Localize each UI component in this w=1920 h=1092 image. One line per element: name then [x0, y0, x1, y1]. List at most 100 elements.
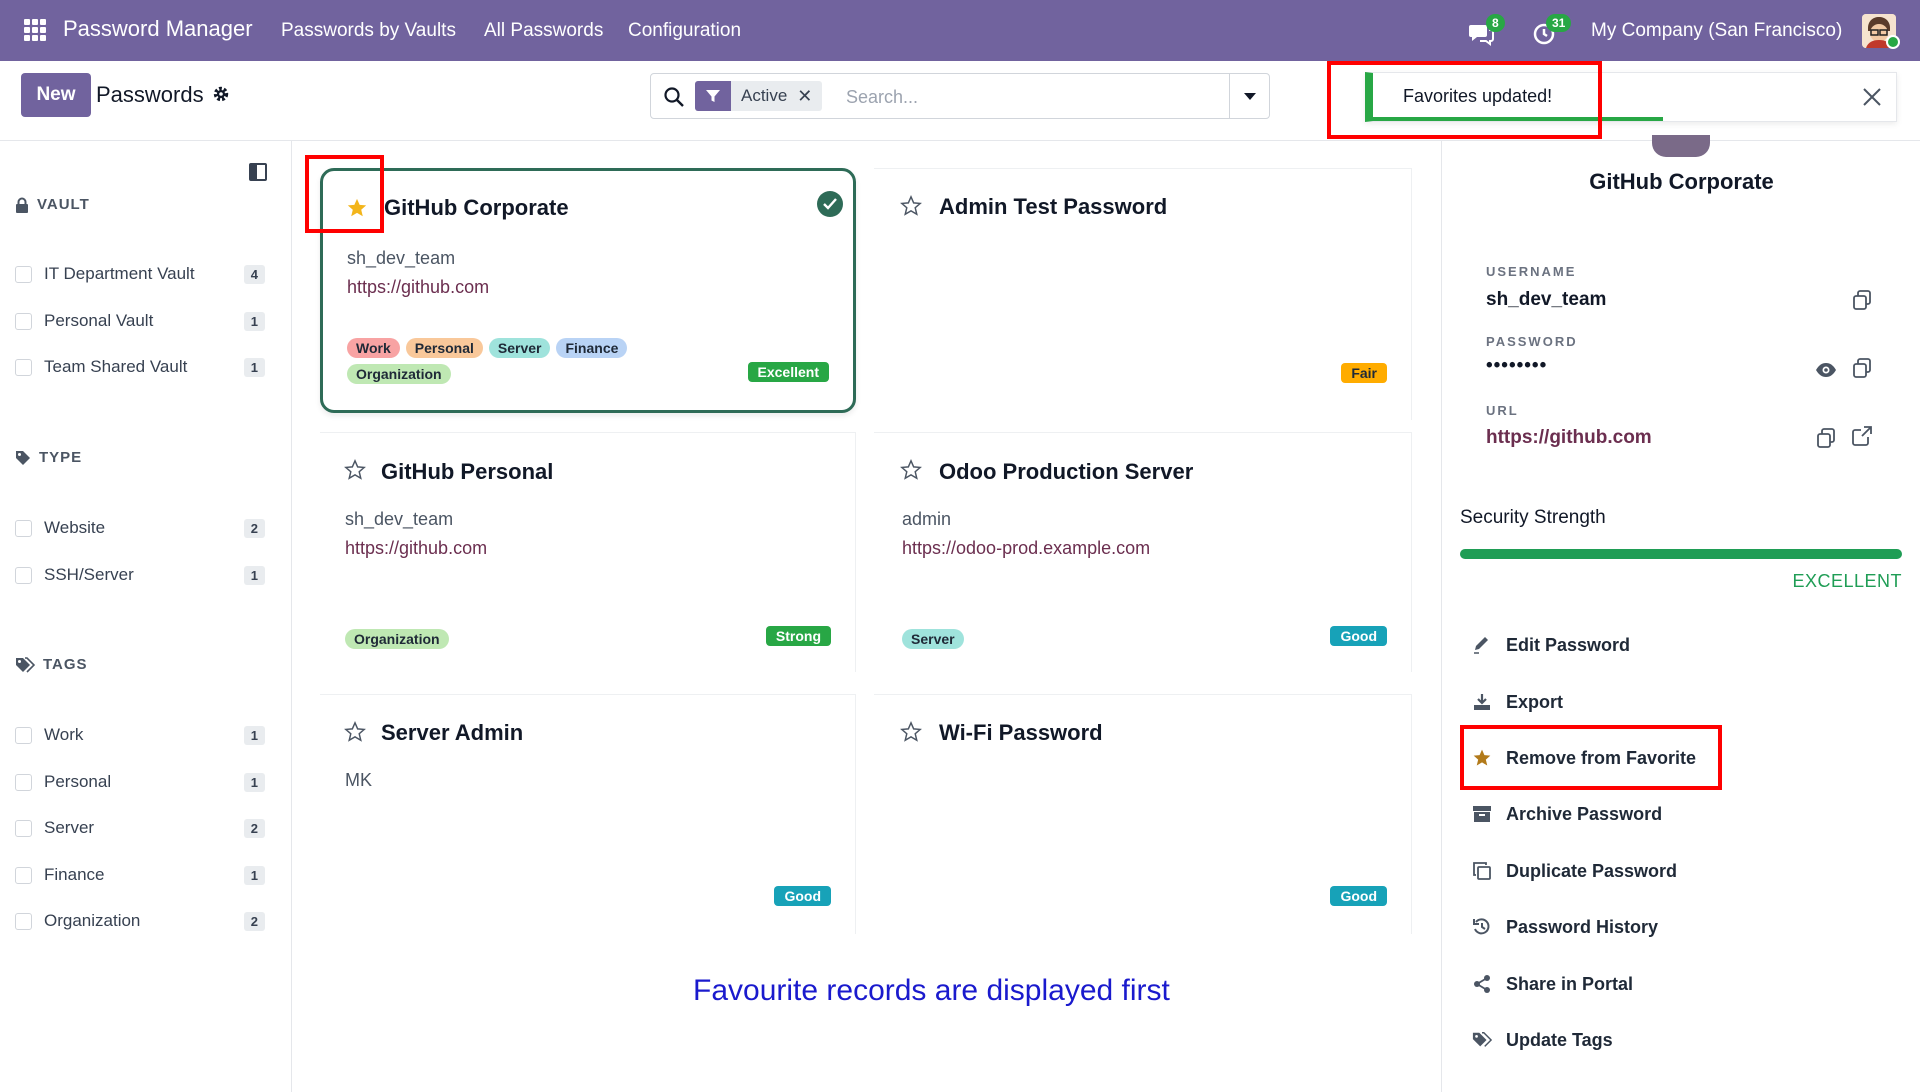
external-link-icon[interactable] — [1851, 425, 1873, 447]
kanban-card-odoo-production-server[interactable]: Odoo Production Server admin https://odo… — [874, 432, 1412, 672]
count-badge: 1 — [243, 565, 265, 585]
strength-badge: Good — [1330, 626, 1387, 646]
share-icon — [1474, 975, 1490, 993]
sidebar-item-website[interactable]: Website 2 — [15, 516, 265, 540]
star-outline-icon[interactable] — [344, 721, 366, 743]
nav-all-passwords[interactable]: All Passwords — [484, 20, 603, 42]
checkbox[interactable] — [15, 726, 32, 744]
count-badge: 1 — [243, 357, 265, 377]
kanban-card-github-personal[interactable]: GitHub Personal sh_dev_team https://gith… — [320, 432, 856, 672]
highlight-toast — [1327, 61, 1602, 139]
history-icon — [1473, 918, 1490, 935]
action-label: Export — [1506, 691, 1564, 712]
sidebar-item-organization[interactable]: Organization 2 — [15, 909, 265, 933]
count-badge: 1 — [243, 311, 265, 331]
count-badge: 2 — [243, 911, 265, 931]
checkbox[interactable] — [15, 312, 32, 330]
checkbox[interactable] — [15, 519, 32, 537]
password-history-action[interactable]: Password History — [1472, 912, 1658, 942]
strength-badge: Good — [1330, 886, 1387, 906]
facet-remove-icon[interactable]: ✕ — [797, 86, 822, 107]
card-title: GitHub Corporate — [384, 195, 569, 220]
search-facet-active[interactable]: Active ✕ — [695, 81, 823, 111]
sidebar-item-it-department-vault[interactable]: IT Department Vault 4 — [15, 262, 265, 286]
star-outline-icon[interactable] — [344, 459, 366, 481]
card-title: Wi-Fi Password — [939, 720, 1103, 745]
url-label: URL — [1486, 403, 1519, 418]
sidebar-item-finance[interactable]: Finance 1 — [15, 863, 265, 887]
sidebar-collapse-icon[interactable] — [249, 163, 267, 181]
edit-password-action[interactable]: Edit Password — [1472, 630, 1630, 660]
tag-server: Server — [488, 338, 551, 358]
search-options-toggle[interactable] — [1229, 74, 1269, 118]
app-name[interactable]: Password Manager — [63, 16, 253, 42]
sidebar-item-team-shared-vault[interactable]: Team Shared Vault 1 — [15, 355, 265, 379]
checkbox[interactable] — [15, 912, 32, 930]
update-tags-action[interactable]: Update Tags — [1472, 1025, 1613, 1055]
sidebar-item-work[interactable]: Work 1 — [15, 723, 265, 747]
count-badge: 2 — [243, 518, 265, 538]
type-heading-text: TYPE — [39, 449, 83, 466]
star-outline-icon[interactable] — [900, 721, 922, 743]
card-url[interactable]: https://github.com — [347, 277, 489, 298]
gear-icon[interactable] — [212, 85, 230, 103]
tag-organization: Organization — [345, 629, 449, 649]
close-icon[interactable] — [1860, 85, 1884, 109]
chat-button[interactable]: 8 — [1466, 14, 1505, 48]
page-title: Passwords — [96, 82, 204, 107]
app-menu-icon[interactable] — [24, 19, 46, 41]
copy-icon[interactable] — [1851, 357, 1873, 379]
username-label: USERNAME — [1486, 264, 1577, 279]
action-label: Archive Password — [1506, 803, 1663, 824]
checkbox[interactable] — [15, 866, 32, 884]
sidebar-item-ssh-server[interactable]: SSH/Server 1 — [15, 563, 265, 587]
star-outline-icon[interactable] — [900, 195, 922, 217]
password-label: PASSWORD — [1486, 334, 1578, 349]
strength-badge: Good — [774, 886, 831, 906]
sidebar-item-personal[interactable]: Personal 1 — [15, 770, 265, 794]
eye-icon[interactable] — [1815, 359, 1837, 381]
kanban-card-wifi-password[interactable]: Wi-Fi Password Good — [874, 694, 1412, 934]
sidebar-item-label: Website — [44, 518, 106, 537]
tags-icon — [1472, 1032, 1492, 1047]
archive-password-action[interactable]: Archive Password — [1472, 799, 1662, 829]
kanban-card-github-corporate[interactable]: GitHub Corporate sh_dev_team https://git… — [320, 168, 856, 413]
action-label: Password History — [1506, 916, 1659, 937]
security-strength-level: EXCELLENT — [1792, 571, 1902, 591]
copy-icon[interactable] — [1815, 427, 1837, 449]
new-button[interactable]: New — [21, 73, 91, 117]
copy-icon[interactable] — [1851, 289, 1873, 311]
password-detail-panel: GitHub Corporate USERNAME sh_dev_team PA… — [1441, 135, 1920, 1092]
strength-badge: Strong — [765, 626, 831, 646]
checkbox[interactable] — [15, 358, 32, 376]
checkbox[interactable] — [15, 819, 32, 837]
share-in-portal-action[interactable]: Share in Portal — [1472, 969, 1633, 999]
card-url[interactable]: https://github.com — [345, 538, 487, 559]
lock-icon — [16, 197, 28, 213]
kanban-card-admin-test-password[interactable]: Admin Test Password Fair — [874, 168, 1412, 420]
checkbox[interactable] — [15, 265, 32, 283]
sidebar-item-personal-vault[interactable]: Personal Vault 1 — [15, 309, 265, 333]
sidebar-item-label: Work — [44, 725, 84, 744]
sidebar-item-server[interactable]: Server 2 — [15, 816, 265, 840]
duplicate-password-action[interactable]: Duplicate Password — [1472, 856, 1677, 886]
nav-passwords-by-vaults[interactable]: Passwords by Vaults — [281, 20, 456, 42]
checkbox[interactable] — [15, 773, 32, 791]
username-value: sh_dev_team — [1486, 289, 1607, 310]
download-icon — [1474, 694, 1490, 710]
company-switcher[interactable]: My Company (San Francisco) — [1591, 20, 1842, 42]
card-title: Admin Test Password — [939, 194, 1168, 219]
search-input[interactable] — [846, 84, 1226, 110]
card-title: Odoo Production Server — [939, 459, 1194, 484]
activity-button[interactable]: 31 — [1530, 14, 1572, 48]
star-outline-icon[interactable] — [900, 459, 922, 481]
search-icon[interactable] — [663, 86, 685, 108]
tag-organization: Organization — [347, 364, 451, 384]
card-url[interactable]: https://odoo-prod.example.com — [902, 538, 1150, 559]
export-action[interactable]: Export — [1472, 687, 1563, 717]
kanban-card-server-admin[interactable]: Server Admin MK Good — [320, 694, 856, 934]
checkbox[interactable] — [15, 566, 32, 584]
count-badge: 1 — [243, 865, 265, 885]
url-value[interactable]: https://github.com — [1486, 427, 1652, 449]
nav-configuration[interactable]: Configuration — [628, 20, 741, 42]
